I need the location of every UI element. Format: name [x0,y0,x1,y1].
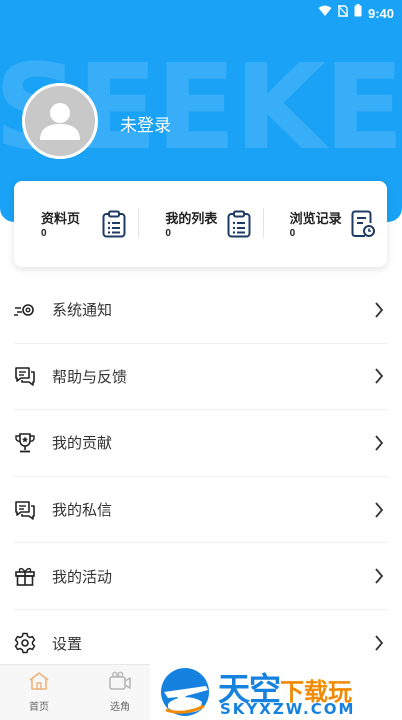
menu-item-my-activities[interactable]: 我的活动 [14,543,388,610]
user-icon [40,103,80,140]
chevron-right-icon [375,501,384,518]
nav-label: 选角 [110,702,130,713]
nav-item-home[interactable]: 首页 [9,671,69,713]
stat-count: 0 [165,228,171,239]
chat-bubbles-icon [14,365,36,387]
video-camera-icon [109,671,131,690]
stats-card: 资料页 0 我的列表 0 浏览记录 0 [14,181,387,267]
menu-item-my-contributions[interactable]: 我的贡献 [14,410,388,477]
chevron-right-icon [375,368,384,384]
site-watermark-logo: 天空 下载玩 SKYXZW.COM [150,664,402,720]
clipboard-list-icon [227,210,251,238]
message-icon [14,499,36,521]
clipboard-list-icon [102,210,126,238]
login-link[interactable]: 未登录 [120,111,171,136]
chevron-right-icon [375,635,384,651]
menu-label: 我的私信 [52,502,113,520]
stat-count: 0 [41,228,47,239]
stat-browse-history[interactable]: 浏览记录 0 [262,181,387,267]
gift-icon [14,565,36,587]
stat-count: 0 [289,228,296,239]
stat-profile-page[interactable]: 资料页 0 [14,181,138,267]
document-clock-icon [351,210,375,237]
chevron-right-icon [375,302,384,318]
trophy-icon [14,432,36,454]
menu-label: 我的贡献 [52,435,113,453]
menu-item-my-messages[interactable]: 我的私信 [14,477,388,544]
no-sim-icon [337,4,349,22]
nav-item-casting[interactable]: 选角 [90,671,150,713]
nav-label: 首页 [29,702,49,713]
chevron-right-icon [375,435,384,451]
stat-label: 我的列表 [165,211,218,226]
menu-label: 系统通知 [52,302,113,320]
gear-speed-icon [14,299,36,321]
battery-icon [354,4,362,22]
menu-label: 帮助与反馈 [52,368,128,386]
home-icon [29,672,49,690]
plane-logo-icon [161,668,209,716]
stat-my-list[interactable]: 我的列表 0 [138,181,262,267]
stat-label: 浏览记录 [289,211,342,226]
status-time: 9:40 [367,5,394,21]
stat-label: 资料页 [41,211,81,226]
menu-item-system-notifications[interactable]: 系统通知 [14,277,388,344]
menu-list: 系统通知 帮助与反馈 我的贡献 我的私信 我的活动 设置 [0,277,402,677]
menu-label: 我的活动 [52,568,113,586]
menu-item-help-feedback[interactable]: 帮助与反馈 [14,344,388,411]
menu-label: 设置 [52,635,83,653]
avatar[interactable] [22,83,98,159]
wifi-icon [318,4,332,22]
settings-icon [14,632,36,654]
brand-domain: SKYXZW.COM [220,700,356,718]
status-bar: 9:40 [0,0,402,26]
chevron-right-icon [375,568,384,584]
